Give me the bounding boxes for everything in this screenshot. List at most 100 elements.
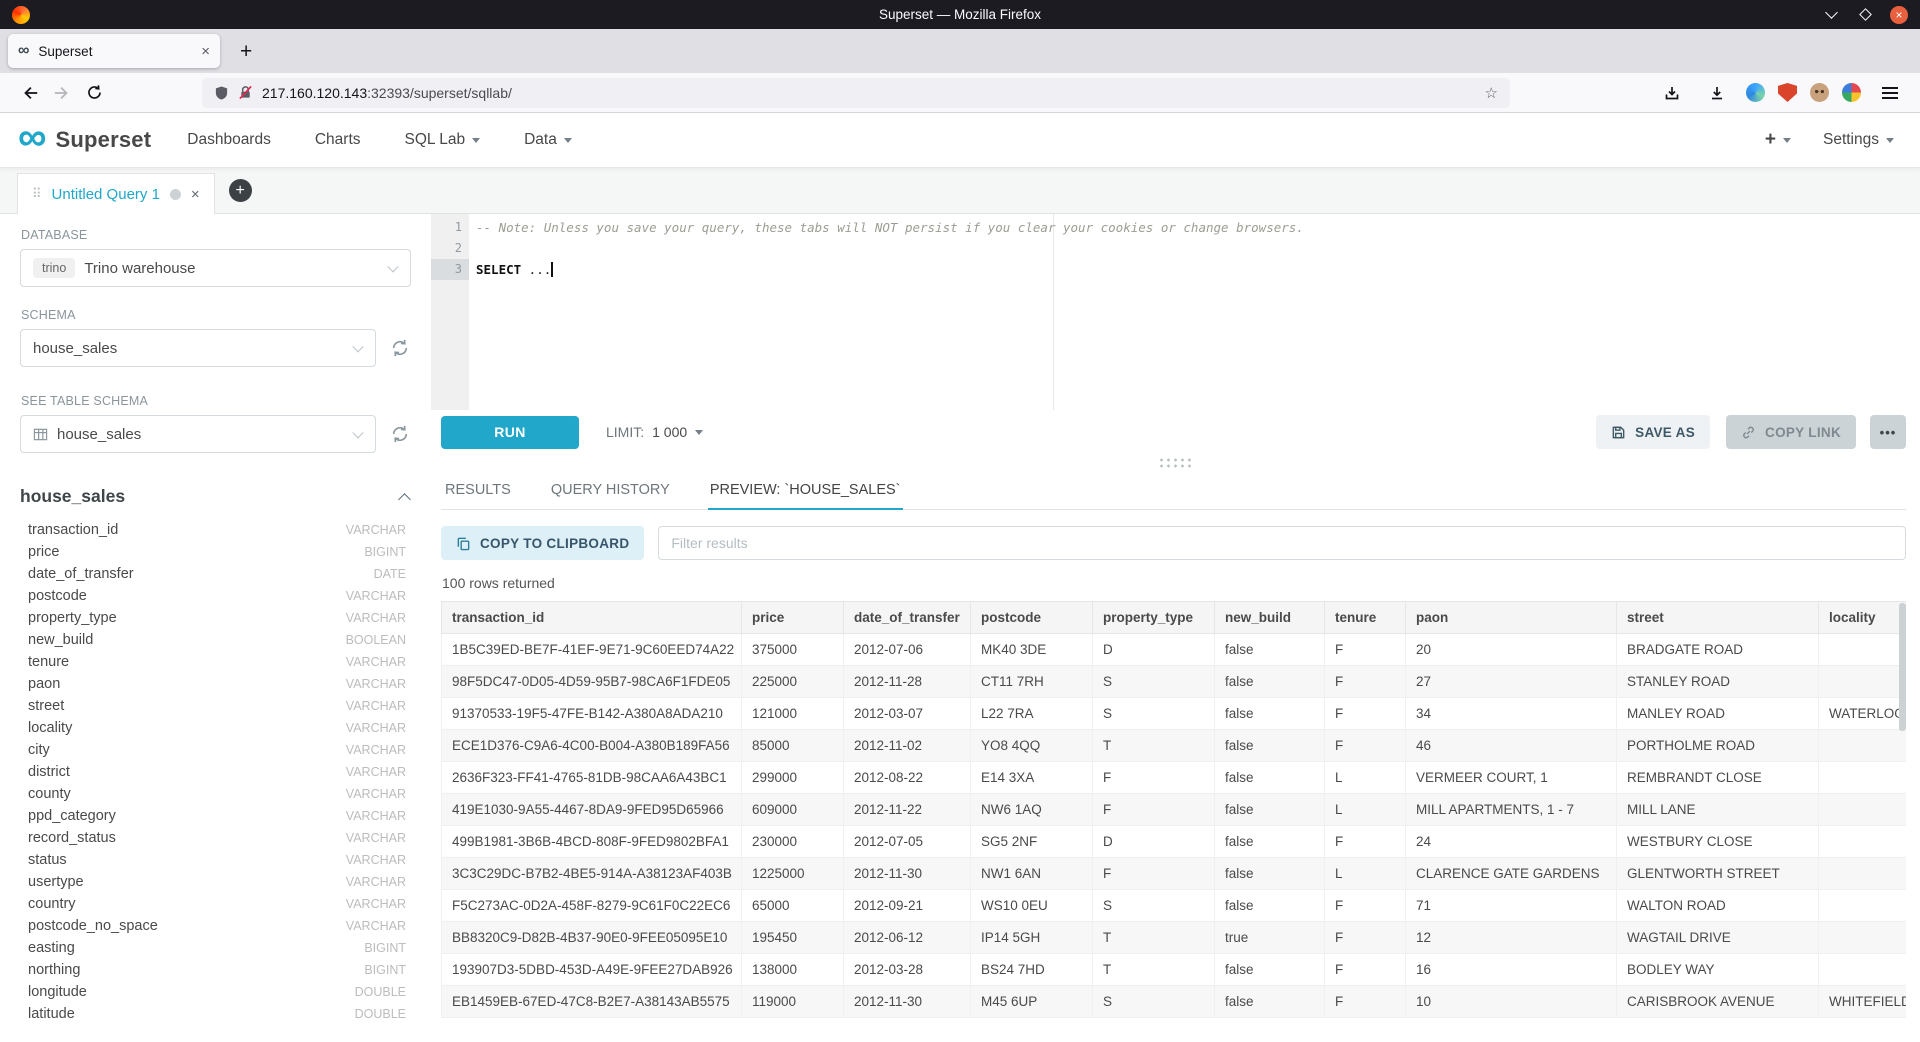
table-row: 193907D3-5DBD-453D-A49E-9FEE27DAB9261380… — [442, 954, 1907, 986]
window-minimize-button[interactable] — [1822, 6, 1840, 24]
caret-down-icon — [472, 138, 480, 143]
table-cell: 2012-07-05 — [844, 826, 971, 858]
column-header-new-build[interactable]: new_build — [1215, 602, 1325, 634]
save-as-button[interactable]: SAVE AS — [1596, 415, 1710, 449]
plus-icon: + — [1765, 129, 1776, 151]
copy-link-button[interactable]: COPY LINK — [1726, 415, 1856, 449]
column-type: VARCHAR — [346, 523, 406, 537]
table-cell: false — [1215, 986, 1325, 1018]
pane-resizer[interactable] — [431, 454, 1920, 470]
schema-select[interactable]: house_sales — [20, 329, 376, 367]
url-bar[interactable]: 217.160.120.143:32393/superset/sqllab/ ☆ — [202, 78, 1510, 108]
results-header-row: transaction_idpricedate_of_transferpostc… — [442, 602, 1907, 634]
column-type: VARCHAR — [346, 897, 406, 911]
nav-item-dashboards[interactable]: Dashboards — [187, 113, 271, 167]
column-header-property-type[interactable]: property_type — [1093, 602, 1215, 634]
table-row: 91370533-19F5-47FE-B142-A380A8ADA2101210… — [442, 698, 1907, 730]
column-header-price[interactable]: price — [742, 602, 844, 634]
column-type: BOOLEAN — [346, 633, 406, 647]
column-header-postcode[interactable]: postcode — [971, 602, 1093, 634]
table-cell: 98F5DC47-0D05-4D59-95B7-98CA6F1FDE05 — [442, 666, 742, 698]
forward-button[interactable] — [46, 78, 78, 108]
run-query-button[interactable]: RUN — [441, 416, 579, 449]
column-header-tenure[interactable]: tenure — [1325, 602, 1406, 634]
sql-editor[interactable]: 1-- Note: Unless you save your query, th… — [431, 214, 1920, 410]
column-header-paon[interactable]: paon — [1406, 602, 1617, 634]
table-cell: BB8320C9-D82B-4B37-90E0-9FEE05095E10 — [442, 922, 742, 954]
table-select[interactable]: house_sales — [20, 415, 376, 453]
save-page-button[interactable] — [1656, 78, 1688, 108]
downloads-button[interactable] — [1701, 78, 1733, 108]
url-path: :32393/superset/sqllab/ — [367, 85, 512, 101]
table-cell — [1819, 826, 1907, 858]
extension-adblock-shield-icon[interactable] — [1778, 83, 1797, 102]
results-tabs: RESULTS QUERY HISTORY PREVIEW: `HOUSE_SALE… — [441, 470, 1906, 510]
window-maximize-button[interactable] — [1856, 6, 1874, 24]
copy-to-clipboard-button[interactable]: COPY TO CLIPBOARD — [441, 526, 644, 560]
tracking-shield-icon[interactable] — [214, 85, 229, 101]
table-cell: T — [1093, 730, 1215, 762]
table-cell: 1225000 — [742, 858, 844, 890]
chevron-down-icon — [352, 427, 363, 438]
schema-column-row: streetVARCHAR — [20, 695, 411, 717]
add-query-tab-button[interactable]: + — [229, 179, 252, 202]
insecure-lock-icon[interactable] — [238, 85, 253, 100]
results-scrollbar[interactable] — [1899, 603, 1906, 731]
table-cell: 3C3C29DC-B7B2-4BE5-914A-A38123AF403B — [442, 858, 742, 890]
column-name: country — [28, 896, 76, 912]
caret-down-icon — [564, 138, 572, 143]
refresh-schemas-button[interactable] — [389, 337, 411, 359]
extension-pinwheel-icon[interactable] — [1842, 83, 1861, 102]
results-tab-results[interactable]: RESULTS — [443, 470, 513, 509]
table-cell: CLARENCE GATE GARDENS — [1406, 858, 1617, 890]
drag-handle-icon[interactable]: ⠿ — [32, 186, 42, 202]
window-close-button[interactable]: × — [1890, 6, 1908, 24]
copy-link-label: COPY LINK — [1765, 425, 1841, 440]
results-tab-preview[interactable]: PREVIEW: `HOUSE_SALES` — [708, 470, 903, 509]
app-header: ∞ Superset Dashboards Charts SQL Lab Data +… — [0, 113, 1920, 168]
column-header-transaction-id[interactable]: transaction_id — [442, 602, 742, 634]
more-actions-button[interactable]: ••• — [1870, 415, 1906, 449]
column-header-locality[interactable]: locality — [1819, 602, 1907, 634]
refresh-tables-button[interactable] — [389, 423, 411, 445]
editor-line: 3SELECT ... — [431, 259, 1920, 280]
extension-monkey-icon[interactable] — [1810, 83, 1829, 102]
chevron-down-icon — [387, 261, 398, 272]
nav-item-charts[interactable]: Charts — [315, 113, 361, 167]
schema-column-row: usertypeVARCHAR — [20, 871, 411, 893]
table-cell: T — [1093, 922, 1215, 954]
refresh-icon — [390, 424, 410, 444]
column-type: VARCHAR — [346, 589, 406, 603]
navbar-extensions — [1640, 78, 1906, 108]
database-select[interactable]: trino Trino warehouse — [20, 249, 411, 287]
filter-results-input[interactable] — [658, 526, 1906, 560]
table-cell: false — [1215, 762, 1325, 794]
limit-dropdown[interactable]: LIMIT: 1 000 — [606, 424, 703, 440]
menu-button[interactable] — [1874, 78, 1906, 108]
query-tab-close-icon[interactable]: × — [191, 187, 200, 202]
settings-menu[interactable]: Settings — [1823, 131, 1894, 149]
results-tab-query-history[interactable]: QUERY HISTORY — [549, 470, 672, 509]
table-cell: WAGTAIL DRIVE — [1617, 922, 1819, 954]
add-new-menu[interactable]: + — [1765, 129, 1791, 151]
table-cell: E14 3XA — [971, 762, 1093, 794]
nav-item-sql-lab[interactable]: SQL Lab — [405, 113, 481, 167]
query-tab-untitled-query-1[interactable]: ⠿ Untitled Query 1 × — [17, 173, 215, 214]
column-header-street[interactable]: street — [1617, 602, 1819, 634]
extension-globe-icon[interactable] — [1746, 83, 1765, 102]
column-name: postcode — [28, 588, 87, 604]
table-row: EB1459EB-67ED-47C8-B2E7-A38143AB55751190… — [442, 986, 1907, 1018]
column-header-date-of-transfer[interactable]: date_of_transfer — [844, 602, 971, 634]
superset-logo[interactable]: ∞ Superset — [18, 127, 151, 153]
collapse-table-icon[interactable] — [398, 493, 411, 506]
back-button[interactable] — [14, 78, 46, 108]
table-cell: 2012-11-30 — [844, 986, 971, 1018]
copy-icon — [456, 536, 471, 551]
nav-item-data[interactable]: Data — [524, 113, 572, 167]
bookmark-star-icon[interactable]: ☆ — [1485, 84, 1498, 102]
new-tab-button[interactable]: + — [234, 41, 258, 62]
caret-down-icon — [1886, 138, 1894, 143]
browser-tab[interactable]: ∞ Superset × — [8, 34, 220, 68]
reload-button[interactable] — [78, 78, 110, 108]
tab-close-icon[interactable]: × — [201, 44, 210, 59]
